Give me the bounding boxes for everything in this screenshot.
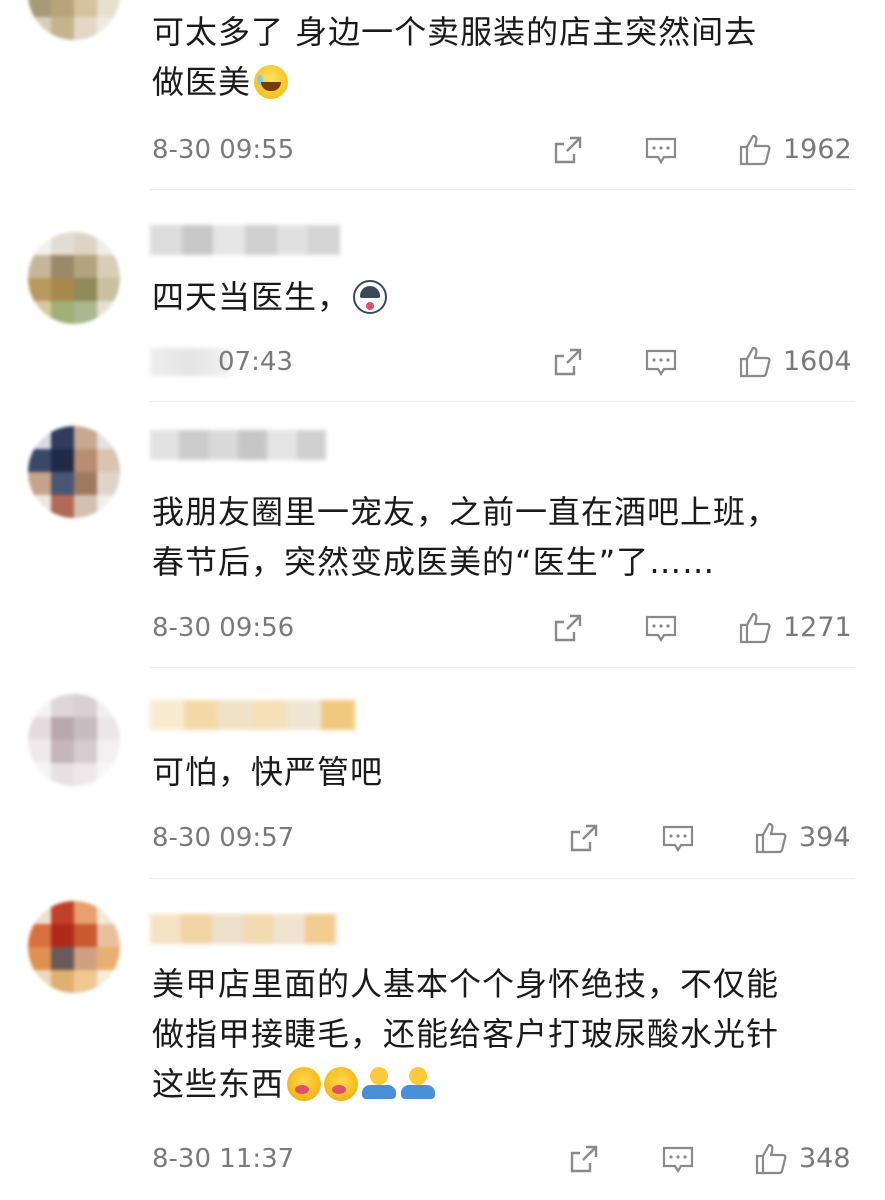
- like-button[interactable]: 348: [753, 1141, 851, 1177]
- thumbs-up-icon: [739, 134, 771, 166]
- comment-text-line: 春节后，突然变成医美的“医生”了……: [152, 543, 716, 581]
- avatar[interactable]: [28, 426, 120, 518]
- comment-text-line: 这些东西: [152, 1065, 285, 1103]
- comment-meta: 8-30 11:37 348: [0, 1139, 885, 1179]
- comment-meta: 07:43 1604: [0, 342, 885, 382]
- shrug-emoji-icon: [361, 1067, 397, 1101]
- comment-button[interactable]: [660, 820, 696, 856]
- thumbs-up-icon: [755, 822, 787, 854]
- repost-button[interactable]: [566, 1141, 602, 1177]
- divider: [150, 878, 855, 879]
- shrug-emoji-icon: [400, 1067, 436, 1101]
- thumbs-up-icon: [739, 612, 771, 644]
- thumbs-up-icon: [739, 346, 771, 378]
- repost-button[interactable]: [550, 610, 586, 646]
- divider: [150, 667, 855, 668]
- comment-time: 8-30 09:55: [152, 135, 295, 165]
- comment-icon: [645, 137, 677, 165]
- comment-text-line: 可太多了 身边一个卖服装的店主突然间去: [152, 13, 758, 51]
- repost-icon: [570, 824, 598, 852]
- comment-button[interactable]: [660, 1141, 696, 1177]
- like-button[interactable]: 1604: [737, 344, 852, 380]
- like-count: 1604: [783, 346, 852, 377]
- username-blurred[interactable]: [150, 430, 326, 460]
- avatar[interactable]: [28, 694, 120, 786]
- comment-text-line: 美甲店里面的人基本个个身怀绝技，不仅能: [152, 965, 780, 1003]
- comment-text-line: 四天当医生，: [152, 278, 351, 316]
- comment-button[interactable]: [643, 344, 679, 380]
- like-button[interactable]: 394: [753, 820, 851, 856]
- comment-text-line: 我朋友圈里一宠友，之前一直在酒吧上班，: [152, 493, 780, 531]
- drool-emoji-icon: [287, 1067, 322, 1101]
- thumbs-up-icon: [755, 1143, 787, 1175]
- comment-time: 8-30 09:56: [152, 613, 295, 643]
- comment-time: 07:43: [218, 347, 293, 377]
- comment-icon: [662, 1146, 694, 1174]
- comment-text-line: 可怕，快严管吧: [152, 753, 384, 791]
- repost-button[interactable]: [566, 820, 602, 856]
- repost-icon: [554, 348, 582, 376]
- username-blurred[interactable]: [150, 914, 336, 944]
- comment-text-line: 做指甲接睫毛，还能给客户打玻尿酸水光针: [152, 1015, 780, 1053]
- comment-text: 美甲店里面的人基本个个身怀绝技，不仅能 做指甲接睫毛，还能给客户打玻尿酸水光针 …: [152, 959, 857, 1109]
- like-button[interactable]: 1271: [737, 610, 852, 646]
- comment-meta: 8-30 09:56 1271: [0, 608, 885, 648]
- comment-time: 8-30 09:57: [152, 823, 295, 853]
- avatar[interactable]: [28, 0, 120, 40]
- comment-feed: 可太多了 身边一个卖服装的店主突然间去 做医美 8-30 09:55 1962: [0, 0, 885, 1200]
- repost-icon: [570, 1145, 598, 1173]
- username-blurred[interactable]: [150, 225, 341, 255]
- comment-icon: [645, 615, 677, 643]
- like-button[interactable]: 1962: [737, 132, 852, 168]
- divider: [150, 401, 855, 402]
- username-blurred[interactable]: [150, 700, 356, 730]
- comment-icon: [645, 349, 677, 377]
- like-count: 1962: [783, 134, 852, 165]
- repost-icon: [554, 614, 582, 642]
- repost-button[interactable]: [550, 344, 586, 380]
- husky-emoji-icon: [353, 280, 388, 314]
- comment-meta: 8-30 09:57 394: [0, 818, 885, 858]
- comment-text: 四天当医生，: [152, 272, 857, 322]
- avatar[interactable]: [28, 232, 120, 324]
- repost-icon: [554, 136, 582, 164]
- like-count: 394: [799, 822, 851, 853]
- like-count: 348: [799, 1143, 851, 1174]
- comment-button[interactable]: [643, 132, 679, 168]
- comment-icon: [662, 825, 694, 853]
- comment-button[interactable]: [643, 610, 679, 646]
- divider: [150, 189, 855, 190]
- comment-meta: 8-30 09:55 1962: [0, 130, 885, 170]
- drool-emoji-icon: [324, 1067, 359, 1101]
- like-count: 1271: [783, 612, 852, 643]
- comment-time: 8-30 11:37: [152, 1144, 295, 1174]
- comment-text-line: 做医美: [152, 63, 252, 101]
- repost-button[interactable]: [550, 132, 586, 168]
- comment-text: 可怕，快严管吧: [152, 747, 857, 797]
- avatar[interactable]: [28, 901, 120, 993]
- comment-text: 可太多了 身边一个卖服装的店主突然间去 做医美: [152, 7, 857, 107]
- comment-text: 我朋友圈里一宠友，之前一直在酒吧上班， 春节后，突然变成医美的“医生”了……: [152, 487, 857, 587]
- laugh-cry-emoji-icon: [254, 65, 289, 99]
